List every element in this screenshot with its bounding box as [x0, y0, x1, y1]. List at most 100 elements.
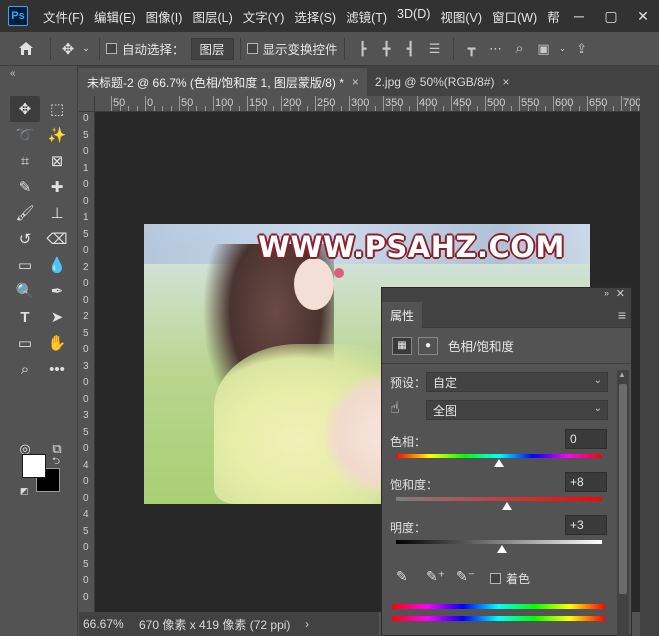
ruler-minor-tick	[493, 106, 495, 111]
foreground-color-swatch[interactable]	[22, 454, 46, 478]
eyedropper-icon[interactable]: ✎	[396, 568, 408, 585]
hand-tool-icon[interactable]: ✋	[42, 330, 72, 356]
eyedropper-tool-icon[interactable]: ✎	[10, 174, 40, 200]
tab-properties[interactable]: 属性	[382, 302, 423, 328]
close-icon[interactable]: ×	[352, 75, 359, 89]
panel-titlebar[interactable]: » ✕	[382, 288, 631, 302]
type-tool-icon[interactable]: T	[10, 304, 40, 330]
chevron-down-icon[interactable]: ⌄	[79, 43, 93, 54]
ruler-horizontal[interactable]: 50 0 50 100 150 200 250 300 350 400 450 500 550 600 65…	[95, 96, 659, 112]
align-top-icon[interactable]: ┳	[460, 37, 484, 61]
saturation-input[interactable]: +8	[565, 472, 607, 492]
saturation-slider-thumb[interactable]	[502, 502, 513, 510]
photoshop-logo[interactable]: Ps	[8, 6, 28, 26]
menu-3d[interactable]: 3D(D)	[392, 7, 435, 26]
separator	[99, 37, 100, 60]
hue-slider[interactable]	[396, 454, 602, 458]
tab-2-jpg[interactable]: 2.jpg @ 50%(RGB/8#) ×	[367, 68, 518, 96]
colorize-checkbox[interactable]: 着色	[490, 570, 530, 587]
dodge-tool-icon[interactable]: 🔍	[10, 278, 40, 304]
ruler-origin[interactable]	[79, 96, 95, 112]
blur-tool-icon[interactable]: 💧	[42, 252, 72, 278]
menu-image[interactable]: 图像(I)	[141, 7, 188, 26]
checkbox-box[interactable]	[490, 573, 501, 584]
move-tool-icon[interactable]: ✥	[57, 40, 79, 58]
align-right-icon[interactable]: ┫	[399, 37, 423, 61]
lightness-slider[interactable]	[396, 540, 602, 544]
close-button[interactable]: ✕	[627, 0, 659, 32]
tab-untitled-2[interactable]: 未标题-2 @ 66.7% (色相/饱和度 1, 图层蒙版/8) * ×	[79, 68, 367, 96]
lightness-input[interactable]: +3	[565, 515, 607, 535]
crop-tool-icon[interactable]: ⌗	[10, 148, 40, 174]
marquee-tool-icon[interactable]: ⬚	[42, 96, 72, 122]
menu-edit[interactable]: 编辑(E)	[89, 7, 141, 26]
scrollbar-thumb[interactable]	[619, 384, 627, 594]
menu-help[interactable]: 帮	[542, 7, 565, 26]
ruler-minor-tick	[323, 106, 325, 111]
brush-tool-icon[interactable]: 🖌	[10, 200, 40, 226]
hue-input[interactable]: 0	[565, 429, 607, 449]
eraser-tool-icon[interactable]: ⌫	[42, 226, 72, 252]
screen-mode-icon[interactable]: ⧉	[42, 436, 72, 462]
share-icon[interactable]: ⇪	[570, 37, 594, 61]
history-brush-icon[interactable]: ↺	[10, 226, 40, 252]
ruler-minor-tick	[119, 106, 121, 111]
preset-dropdown[interactable]: 自定 ⌄	[426, 372, 608, 392]
lightness-slider-thumb[interactable]	[497, 545, 508, 553]
home-icon[interactable]	[8, 41, 44, 56]
path-select-icon[interactable]: ➤	[42, 304, 72, 330]
workspace-icon[interactable]: ▣	[532, 37, 556, 61]
magic-wand-icon[interactable]: ✨	[42, 122, 72, 148]
hue-slider-thumb[interactable]	[494, 459, 504, 467]
saturation-slider[interactable]	[396, 497, 602, 501]
menu-view[interactable]: 视图(V)	[435, 7, 487, 26]
mask-icon[interactable]: ●	[418, 336, 438, 355]
auto-select-checkbox[interactable]: 自动选择：	[106, 39, 185, 58]
checkbox-box[interactable]	[106, 43, 117, 54]
adjustment-icon[interactable]: ▦	[392, 336, 412, 355]
more-icon[interactable]: ⋯	[484, 37, 508, 61]
ruler-vertical[interactable]: 0 5 0 1 0 0 1 5 0 2 0 0 2 5 0 3 0 0 3 5 0 4 0 0 4 5 0 5 0 0	[79, 112, 95, 612]
chevron-down-icon[interactable]: ⌄	[556, 37, 570, 61]
panel-scrollbar[interactable]: ▲	[617, 370, 629, 636]
pen-tool-icon[interactable]: ✒	[42, 278, 72, 304]
collapse-icon[interactable]: »	[604, 288, 609, 298]
collapse-icon[interactable]: «	[10, 68, 16, 79]
distribute-icon[interactable]: ☰	[423, 37, 447, 61]
menu-window[interactable]: 窗口(W)	[487, 7, 542, 26]
menu-filter[interactable]: 滤镜(T)	[341, 7, 392, 26]
lasso-tool-icon[interactable]: ➰	[10, 122, 40, 148]
show-transform-checkbox[interactable]: 显示变换控件	[246, 39, 338, 58]
align-center-icon[interactable]: ╋	[375, 37, 399, 61]
maximize-button[interactable]: ▢	[595, 0, 627, 32]
eyedropper-minus-icon[interactable]: ✎⁻	[456, 568, 475, 585]
rectangle-tool-icon[interactable]: ▭	[10, 330, 40, 356]
menu-file[interactable]: 文件(F)	[38, 7, 89, 26]
frame-tool-icon[interactable]: ⊠	[42, 148, 72, 174]
minimize-button[interactable]: ─	[563, 0, 595, 32]
close-icon[interactable]: ✕	[616, 287, 625, 300]
move-tool-icon[interactable]: ✥	[10, 96, 40, 122]
panel-menu-icon[interactable]: ≡	[618, 307, 626, 323]
scroll-up-icon[interactable]: ▲	[618, 370, 626, 379]
channel-dropdown[interactable]: 全图 ⌄	[426, 400, 608, 420]
eyedropper-plus-icon[interactable]: ✎⁺	[426, 568, 445, 585]
zoom-tool-icon[interactable]: ⌕	[10, 356, 40, 382]
default-colors-icon[interactable]: ◩	[20, 486, 29, 497]
colorize-label: 着色	[506, 572, 531, 586]
gradient-tool-icon[interactable]: ▭	[10, 252, 40, 278]
menu-type[interactable]: 文字(Y)	[238, 7, 290, 26]
menu-select[interactable]: 选择(S)	[289, 7, 341, 26]
menu-layer[interactable]: 图层(L)	[187, 7, 237, 26]
align-left-icon[interactable]: ┣	[351, 37, 375, 61]
search-icon[interactable]: ⌕	[508, 37, 532, 61]
close-icon[interactable]: ×	[503, 75, 510, 89]
auto-select-dropdown[interactable]: 图层	[190, 37, 234, 60]
targeted-adjustment-icon[interactable]: ☝	[390, 398, 400, 418]
stamp-tool-icon[interactable]: ⊥	[42, 200, 72, 226]
zoom-level[interactable]: 66.67%	[79, 617, 135, 631]
healing-brush-icon[interactable]: ✚	[42, 174, 72, 200]
checkbox-box[interactable]	[246, 43, 258, 54]
more-tools-icon[interactable]: •••	[42, 356, 72, 382]
chevron-right-icon[interactable]: ›	[305, 617, 379, 631]
